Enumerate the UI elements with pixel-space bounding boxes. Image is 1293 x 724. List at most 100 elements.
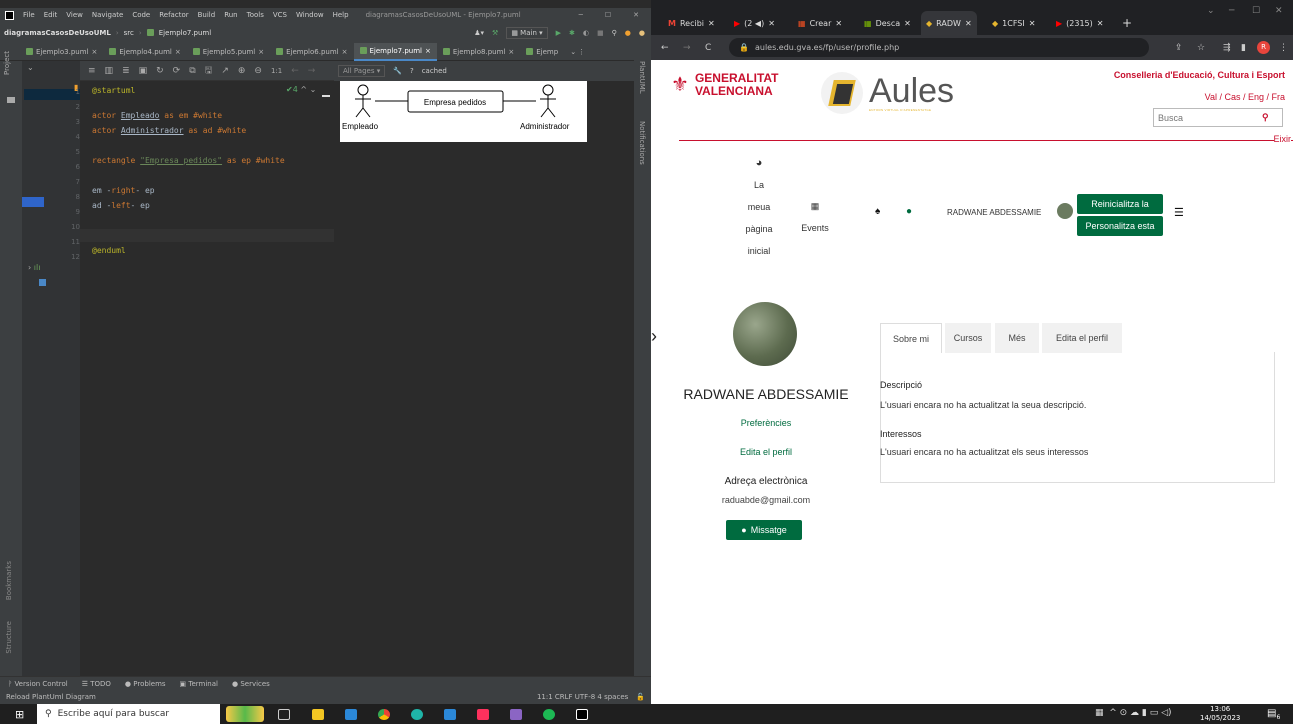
tab-gmail[interactable]: M Recibi ✕: [663, 11, 720, 35]
nav-events[interactable]: ▦ Events: [797, 195, 833, 239]
copy-icon[interactable]: ⧉: [189, 66, 195, 76]
run-config-select[interactable]: ▦ Main ▾: [506, 26, 548, 39]
tab-courses[interactable]: Cursos: [945, 323, 991, 353]
tab-ejemplo5[interactable]: Ejemplo5.puml ×: [187, 43, 270, 61]
tab-ejemplo3[interactable]: Ejemplo3.puml ×: [0, 43, 103, 61]
drawer-toggle-icon[interactable]: ☰: [1174, 206, 1184, 219]
project-name[interactable]: diagramasCasosDeUsoUML: [4, 29, 111, 37]
debug-icon[interactable]: ✱: [569, 29, 575, 37]
breadcrumb-file[interactable]: Ejemplo7.puml: [159, 29, 212, 37]
clock-date[interactable]: 14/05/2023: [1200, 714, 1240, 723]
close-icon[interactable]: ✕: [633, 11, 639, 19]
user-icon[interactable]: ♟▾: [474, 29, 484, 37]
search-highlight-image[interactable]: [226, 706, 264, 722]
image-icon[interactable]: ▣: [139, 66, 148, 76]
tab-ejemplo-more[interactable]: Ejemp: [520, 43, 564, 61]
stop-icon[interactable]: ■: [597, 29, 604, 37]
notifications-icon[interactable]: ▤6: [1267, 708, 1280, 721]
menu-edit[interactable]: Edit: [44, 11, 58, 19]
user-menu-name[interactable]: RADWANE ABDESSAMIE: [947, 208, 1041, 217]
side-label-project[interactable]: Project: [3, 51, 11, 75]
sync-icon[interactable]: ⟳: [173, 66, 181, 76]
status-right[interactable]: 11:1 CRLF UTF-8 4 spaces: [537, 693, 628, 701]
breadcrumb-src[interactable]: src: [124, 29, 134, 37]
url-field[interactable]: 🔒 aules.edu.gva.es/fp/user/profile.php: [729, 38, 1149, 57]
message-button[interactable]: ● Missatge: [726, 520, 802, 540]
code-editor[interactable]: ✔4 ^ ⌄ @startuml actor Empleado as em #w…: [80, 81, 334, 676]
help-icon[interactable]: ?: [410, 67, 414, 75]
bookmark-star-icon[interactable]: ☆: [1197, 43, 1205, 53]
terminal-button[interactable]: ▣ Terminal: [180, 680, 218, 688]
tree-toggle-icon[interactable]: ⌄: [27, 63, 34, 72]
actual-size-icon[interactable]: 1:1: [271, 67, 282, 75]
tab-ejemplo8[interactable]: Ejemplo8.puml ×: [437, 43, 520, 61]
side-label-structure[interactable]: Structure: [5, 621, 13, 654]
version-control-button[interactable]: ᚹ Version Control: [8, 680, 68, 688]
project-folder-icon[interactable]: [7, 97, 15, 103]
next-page-icon[interactable]: →: [308, 66, 316, 76]
search-box[interactable]: ⚲: [1153, 108, 1283, 127]
close-icon[interactable]: ✕: [1275, 6, 1283, 16]
search-icon[interactable]: ⚲: [1262, 112, 1269, 123]
exit-link[interactable]: Eixir: [1273, 134, 1291, 144]
new-tab-button[interactable]: +: [1117, 11, 1137, 35]
tab-descargas[interactable]: ▦ Desca ✕: [859, 11, 916, 35]
tab-more[interactable]: Més: [995, 323, 1039, 353]
tab-1cfsi[interactable]: ◆ 1CFSI ✕: [987, 11, 1040, 35]
save-icon[interactable]: 🖫: [205, 63, 213, 79]
todo-button[interactable]: ☰ TODO: [82, 680, 111, 688]
start-icon[interactable]: ⊞: [15, 708, 24, 721]
plugin-icon[interactable]: ●: [639, 29, 645, 37]
customize-page-button[interactable]: Personalitza esta: [1077, 216, 1163, 236]
gva-logo[interactable]: ⚜ GENERALITAT VALENCIANA: [671, 72, 779, 98]
spotify-icon[interactable]: [543, 709, 555, 720]
aules-logo[interactable]: Aules ENTORN VIRTUAL D'APRENENTATGE: [821, 72, 954, 114]
external-icon[interactable]: ↗: [221, 66, 229, 76]
tab-about-me[interactable]: Sobre mi: [880, 323, 942, 353]
run-icon[interactable]: ▶: [556, 29, 561, 37]
menu-vcs[interactable]: VCS: [273, 11, 287, 19]
taskbar-search[interactable]: ⚲ Escribe aquí para buscar: [37, 704, 220, 724]
store-icon[interactable]: [345, 709, 357, 720]
gamepad-icon[interactable]: [510, 709, 522, 720]
maximize-icon[interactable]: ☐: [605, 11, 611, 19]
profile-avatar[interactable]: R: [1257, 41, 1270, 54]
minimize-icon[interactable]: ─: [1229, 6, 1234, 16]
menu-tools[interactable]: Tools: [247, 11, 264, 19]
edit-profile-link[interactable]: Edita el perfil: [661, 447, 871, 457]
update-icon[interactable]: ●: [625, 29, 631, 37]
share-icon[interactable]: ⇪: [1175, 43, 1183, 53]
prev-page-icon[interactable]: ←: [291, 66, 299, 76]
reset-page-button[interactable]: Reinicialitza la: [1077, 194, 1163, 214]
intellij-icon[interactable]: [477, 709, 489, 720]
tab-ejemplo7[interactable]: Ejemplo7.puml ×: [353, 42, 437, 61]
refresh-icon[interactable]: ↻: [156, 66, 164, 76]
tree-expand-icon[interactable]: › ılı: [28, 263, 40, 272]
sidepanel-icon[interactable]: ▮: [1241, 43, 1246, 53]
lock-icon[interactable]: 🔓: [636, 693, 645, 701]
file-explorer-icon[interactable]: [312, 709, 324, 720]
edge-icon[interactable]: [411, 709, 423, 720]
inspection-widget[interactable]: ✔4 ^ ⌄: [286, 85, 316, 94]
vscode-icon[interactable]: [444, 709, 456, 720]
preview-icon[interactable]: ≣: [122, 66, 130, 76]
side-label-plantuml[interactable]: PlantUML: [638, 61, 646, 94]
menu-run[interactable]: Run: [224, 11, 237, 19]
menu-help[interactable]: Help: [333, 11, 349, 19]
tabs-overflow-icon[interactable]: ⌄ ⋮: [570, 48, 585, 56]
zoom-out-icon[interactable]: ⊖: [254, 66, 262, 76]
side-label-notifications[interactable]: Notifications: [638, 121, 646, 165]
menu-file[interactable]: File: [23, 11, 35, 19]
intellij-active-icon[interactable]: [576, 709, 588, 720]
email-value[interactable]: raduabde@gmail.com: [661, 495, 871, 505]
menu-build[interactable]: Build: [198, 11, 216, 19]
zoom-in-icon[interactable]: ⊕: [238, 66, 246, 76]
clock-time[interactable]: 13:06: [1200, 705, 1240, 714]
notifications-bell-icon[interactable]: ♠: [875, 206, 880, 217]
tab-youtube-2[interactable]: ▶ (2315) ✕: [1051, 11, 1108, 35]
side-panel-toggle[interactable]: ›: [651, 326, 657, 347]
coverage-icon[interactable]: ◐: [583, 29, 589, 37]
tray-icons[interactable]: ▦ ^ ⊙ ☁ ▮ ▭ ◁): [1095, 708, 1172, 718]
tab-ejemplo6[interactable]: Ejemplo6.puml ×: [270, 43, 353, 61]
chrome-icon[interactable]: [378, 709, 390, 720]
